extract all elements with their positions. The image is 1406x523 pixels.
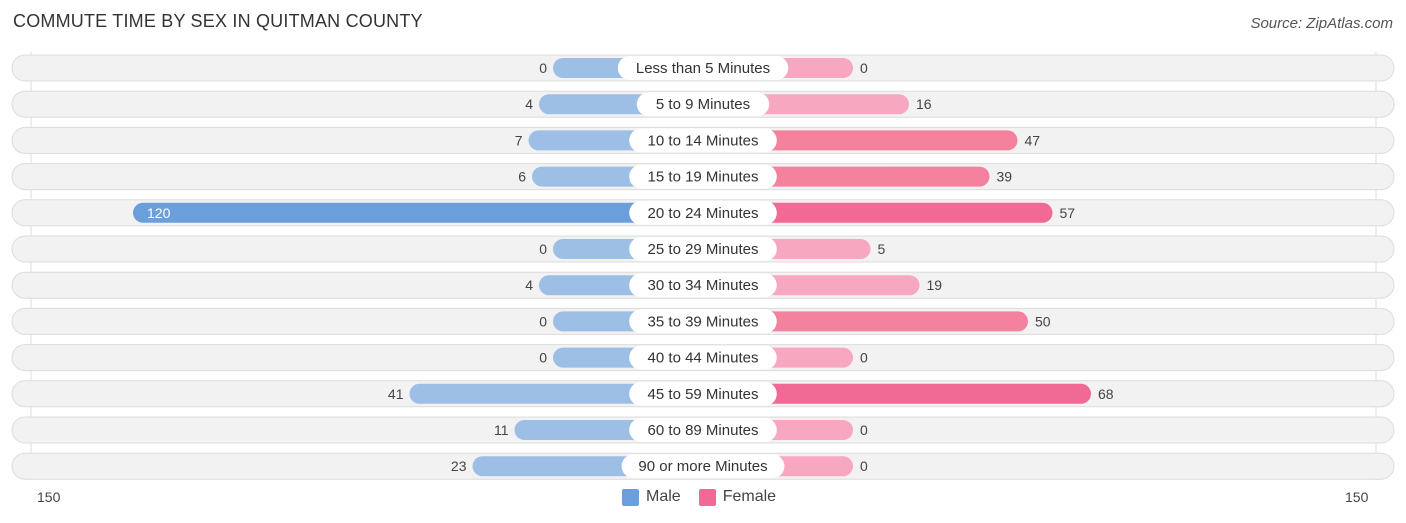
- male-value-label: 7: [515, 132, 523, 148]
- female-value-label: 39: [997, 169, 1013, 185]
- category-label: 20 to 24 Minutes: [648, 205, 759, 222]
- male-value-label: 11: [494, 422, 509, 438]
- female-value-label: 0: [860, 60, 868, 76]
- female-value-label: 5: [878, 241, 886, 257]
- legend-item-female: Female: [698, 488, 777, 506]
- female-value-label: 0: [860, 422, 868, 438]
- legend-item-male: Male: [622, 488, 681, 506]
- category-label: 10 to 14 Minutes: [648, 132, 759, 149]
- male-value-label: 6: [518, 169, 526, 185]
- category-label: 60 to 89 Minutes: [648, 422, 759, 439]
- male-value-label: 0: [539, 60, 547, 76]
- category-label: 35 to 39 Minutes: [648, 313, 759, 330]
- female-value-label: 0: [860, 458, 868, 474]
- female-value-label: 19: [927, 277, 943, 293]
- category-label: 30 to 34 Minutes: [648, 277, 759, 294]
- male-bar: [133, 202, 703, 223]
- male-value-label: 23: [451, 458, 467, 474]
- chart-area: Less than 5 Minutes0 05 to 9 Minutes4 1610…: [11, 52, 1395, 480]
- male-value-label: 0: [539, 350, 547, 366]
- male-value-label: 0: [539, 241, 547, 257]
- male-value-label: 0: [539, 313, 547, 329]
- male-value-label: 41: [388, 386, 404, 402]
- legend-label-male: Male: [646, 488, 681, 505]
- category-label: 25 to 29 Minutes: [648, 241, 759, 258]
- category-label: 45 to 59 Minutes: [648, 386, 759, 403]
- legend-swatch-female: [698, 488, 716, 506]
- legend-label-female: Female: [722, 488, 777, 505]
- male-value-label: 4: [525, 277, 533, 293]
- male-value-label: 4: [525, 96, 533, 112]
- female-value-label: 16: [916, 96, 932, 112]
- female-value-label: 50: [1035, 313, 1051, 329]
- female-value-label: 47: [1025, 132, 1041, 148]
- category-label: Less than 5 Minutes: [636, 60, 770, 77]
- female-value-label: 68: [1098, 386, 1114, 402]
- legend-swatch-male: [622, 488, 639, 506]
- female-value-label: 0: [860, 350, 868, 366]
- female-value-label: 57: [1060, 205, 1076, 221]
- legend: Male Female: [622, 488, 794, 506]
- axis-label-left: 150: [37, 489, 61, 505]
- male-value-label: 120: [147, 205, 171, 221]
- category-label: 90 or more Minutes: [638, 458, 767, 475]
- category-label: 40 to 44 Minutes: [648, 350, 759, 367]
- category-label: 5 to 9 Minutes: [656, 96, 750, 113]
- axis-label-right: 150: [1345, 489, 1369, 505]
- category-label: 15 to 19 Minutes: [648, 169, 759, 186]
